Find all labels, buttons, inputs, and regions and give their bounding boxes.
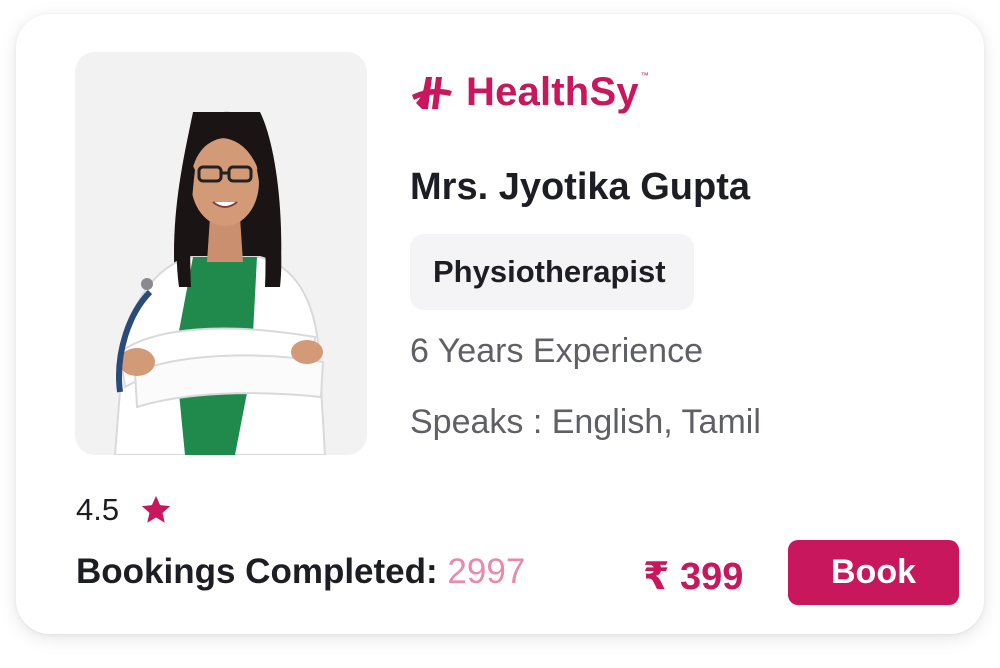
brand-logo: HealthSy ™ [410, 69, 649, 115]
brand-name: HealthSy [466, 69, 639, 114]
bookings-completed: Bookings Completed: 2997 [76, 552, 525, 592]
doctor-portrait-illustration [113, 111, 327, 455]
book-button[interactable]: Book [788, 540, 959, 605]
doctor-card: HealthSy ™ Mrs. Jyotika Gupta Physiother… [16, 14, 984, 634]
specialty-badge: Physiotherapist [410, 234, 694, 310]
doctor-name: Mrs. Jyotika Gupta [410, 166, 750, 208]
rating-value: 4.5 [76, 492, 120, 527]
star-icon [141, 495, 171, 523]
bookings-label: Bookings Completed: [76, 552, 438, 591]
price: ₹ 399 [643, 556, 744, 598]
doctor-photo [75, 52, 367, 455]
brand-trademark: ™ [640, 71, 649, 80]
healthsy-logo-icon [412, 77, 452, 109]
languages-text: Speaks : English, Tamil [410, 403, 761, 441]
bookings-count: 2997 [447, 552, 526, 591]
experience-text: 6 Years Experience [410, 332, 703, 370]
rating: 4.5 [76, 492, 173, 528]
